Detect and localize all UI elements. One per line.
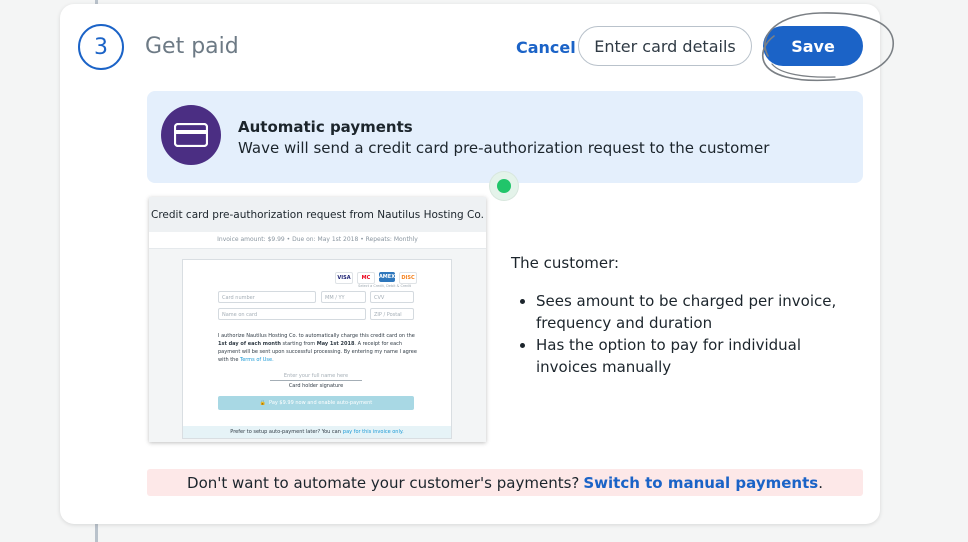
mastercard-icon: MC [357,272,375,284]
signature-input: Enter your full name here [270,373,362,381]
preview-header: Credit card pre-authorization request fr… [149,197,486,232]
brands-note: Select a Credit, Debit & Credit [358,284,411,288]
preview-subheader: Invoice amount: $9.99 • Due on: May 1st … [149,232,486,249]
visa-icon: VISA [335,272,353,284]
manual-prompt: Don't want to automate your customer's p… [187,473,580,492]
credit-card-icon [161,105,221,165]
preauth-request-preview: Credit card pre-authorization request fr… [149,197,486,442]
expiry-field: MM / YY [321,291,366,303]
save-button[interactable]: Save [763,26,863,66]
discover-icon: DISC [399,272,417,284]
customer-title: The customer: [511,254,620,272]
preview-card-form: VISA MC AMEX DISC Select a Credit, Debit… [182,259,452,439]
name-on-card-field: Name on card [218,308,366,320]
preview-footer: Prefer to setup auto-payment later? You … [183,426,451,438]
automatic-payments-description: Wave will send a credit card pre-authori… [238,139,770,157]
enter-card-details-button[interactable]: Enter card details [578,26,752,66]
lock-icon: 🔒 [259,400,267,406]
cancel-button[interactable]: Cancel [516,38,576,57]
signature-label: Card holder signature [288,383,344,389]
manual-suffix: . [818,473,823,492]
amex-icon: AMEX [378,272,396,282]
preview-pay-button: 🔒 Pay $9.99 now and enable auto-payment [218,396,414,410]
manual-payments-banner: Don't want to automate your customer's p… [147,469,863,496]
list-item: Has the option to pay for individual inv… [536,334,866,378]
preview-body: VISA MC AMEX DISC Select a Credit, Debit… [149,249,486,442]
automatic-payments-title: Automatic payments [238,118,413,136]
step-number-badge: 3 [78,24,124,70]
switch-to-manual-link[interactable]: Switch to manual payments [583,474,818,492]
status-dot-icon [490,172,518,200]
zip-field: ZIP / Postal [370,308,414,320]
customer-benefits-list: Sees amount to be charged per invoice, f… [511,290,866,378]
get-paid-step-card: 3 Get paid Cancel Enter card details Sav… [60,4,894,524]
list-item: Sees amount to be charged per invoice, f… [536,290,866,334]
authorization-text: I authorize Nautilus Hosting Co. to auto… [218,333,417,363]
automatic-payments-banner: Automatic payments Wave will send a cred… [147,91,863,183]
step-number: 3 [94,34,108,60]
card-number-field: Card number [218,291,316,303]
card-brands: VISA MC AMEX DISC [335,272,417,284]
step-title: Get paid [145,34,239,59]
cvv-field: CVV [370,291,414,303]
